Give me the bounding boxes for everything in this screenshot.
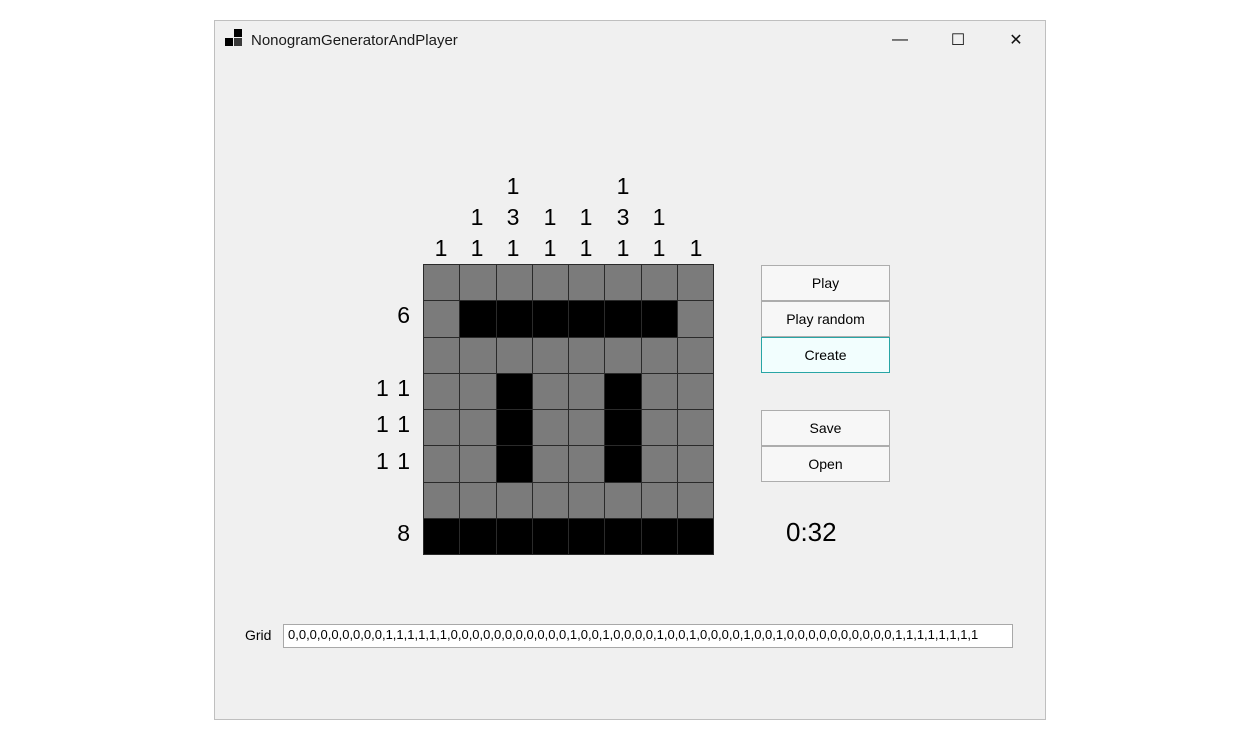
grid-cell[interactable]	[424, 482, 460, 518]
grid-cell[interactable]	[460, 301, 496, 337]
minimize-icon: —	[892, 31, 908, 48]
column-clue: 131	[616, 173, 630, 261]
open-button[interactable]: Open	[761, 446, 890, 482]
grid-cell[interactable]	[569, 482, 605, 518]
grid-cell[interactable]	[605, 301, 641, 337]
grid-cell[interactable]	[424, 337, 460, 373]
column-clue: 131	[506, 173, 520, 261]
grid-cell[interactable]	[532, 373, 568, 409]
grid-cell[interactable]	[424, 446, 460, 482]
grid-cell[interactable]	[677, 482, 713, 518]
grid-cell[interactable]	[605, 518, 641, 554]
title-bar[interactable]: NonogramGeneratorAndPlayer — ☐ ✕	[215, 21, 1045, 61]
row-clue: 1 1	[376, 375, 411, 401]
create-button[interactable]: Create	[761, 337, 890, 373]
grid-cell[interactable]	[641, 518, 677, 554]
grid-cell[interactable]	[641, 337, 677, 373]
column-clue: 1	[434, 235, 448, 261]
grid-cell[interactable]	[496, 446, 532, 482]
grid-cell[interactable]	[496, 410, 532, 446]
grid-cell[interactable]	[605, 410, 641, 446]
column-clue: 11	[652, 204, 666, 261]
play-button[interactable]: Play	[761, 265, 890, 301]
grid-cell[interactable]	[532, 482, 568, 518]
grid-cell[interactable]	[569, 410, 605, 446]
grid-cell[interactable]	[605, 482, 641, 518]
grid-cell[interactable]	[460, 518, 496, 554]
grid-cell[interactable]	[677, 410, 713, 446]
grid-cell[interactable]	[460, 482, 496, 518]
grid-cell[interactable]	[424, 301, 460, 337]
grid-cell[interactable]	[605, 265, 641, 301]
maximize-icon: ☐	[950, 32, 966, 49]
grid-cell[interactable]	[641, 482, 677, 518]
row-clue: 8	[397, 520, 411, 546]
nonogram-grid[interactable]	[423, 264, 714, 555]
grid-cell[interactable]	[641, 301, 677, 337]
row-clue: 1 1	[376, 411, 411, 437]
save-button[interactable]: Save	[761, 410, 890, 446]
grid-cell[interactable]	[532, 410, 568, 446]
app-icon	[225, 29, 245, 49]
play-random-button[interactable]: Play random	[761, 301, 890, 337]
grid-cell[interactable]	[677, 518, 713, 554]
grid-cell[interactable]	[569, 301, 605, 337]
grid-label: Grid	[245, 627, 272, 643]
row-clue: 6	[397, 302, 411, 328]
grid-cell[interactable]	[460, 410, 496, 446]
app-window: NonogramGeneratorAndPlayer — ☐ ✕ 1 11 13…	[214, 20, 1046, 720]
grid-cell[interactable]	[641, 410, 677, 446]
grid-cell[interactable]	[677, 265, 713, 301]
grid-cell[interactable]	[569, 446, 605, 482]
grid-cell[interactable]	[569, 265, 605, 301]
grid-cell[interactable]	[424, 410, 460, 446]
column-clue: 1	[689, 235, 703, 261]
grid-cell[interactable]	[532, 337, 568, 373]
grid-cell[interactable]	[532, 518, 568, 554]
column-clue: 11	[543, 204, 557, 261]
close-button[interactable]: ✕	[987, 21, 1045, 59]
grid-cell[interactable]	[460, 446, 496, 482]
grid-cell[interactable]	[424, 265, 460, 301]
grid-cell[interactable]	[496, 301, 532, 337]
grid-cell[interactable]	[532, 265, 568, 301]
grid-cell[interactable]	[605, 446, 641, 482]
grid-cell[interactable]	[460, 373, 496, 409]
grid-cell[interactable]	[677, 446, 713, 482]
grid-cell[interactable]	[641, 373, 677, 409]
grid-cell[interactable]	[496, 265, 532, 301]
maximize-button[interactable]: ☐	[929, 21, 987, 59]
grid-cell[interactable]	[532, 301, 568, 337]
grid-cell[interactable]	[605, 337, 641, 373]
column-clue: 11	[579, 204, 593, 261]
grid-cell[interactable]	[605, 373, 641, 409]
grid-cell[interactable]	[641, 446, 677, 482]
grid-cell[interactable]	[677, 373, 713, 409]
grid-cell[interactable]	[424, 373, 460, 409]
grid-cell[interactable]	[677, 337, 713, 373]
column-clue: 11	[470, 204, 484, 261]
minimize-button[interactable]: —	[871, 21, 929, 59]
grid-cell[interactable]	[424, 518, 460, 554]
grid-cell[interactable]	[569, 337, 605, 373]
grid-cell[interactable]	[569, 373, 605, 409]
timer: 0:32	[786, 517, 837, 547]
grid-cell[interactable]	[677, 301, 713, 337]
grid-cell[interactable]	[532, 446, 568, 482]
grid-cell[interactable]	[496, 373, 532, 409]
grid-cell[interactable]	[569, 518, 605, 554]
grid-cell[interactable]	[496, 337, 532, 373]
close-icon: ✕	[1009, 32, 1023, 49]
grid-cell[interactable]	[460, 337, 496, 373]
grid-cell[interactable]	[496, 518, 532, 554]
window-title: NonogramGeneratorAndPlayer	[251, 32, 458, 49]
grid-cell[interactable]	[496, 482, 532, 518]
grid-cell[interactable]	[641, 265, 677, 301]
row-clue: 1 1	[376, 448, 411, 474]
grid-field[interactable]: 0,0,0,0,0,0,0,0,0,1,1,1,1,1,1,0,0,0,0,0,…	[283, 624, 1013, 648]
grid-cell[interactable]	[460, 265, 496, 301]
